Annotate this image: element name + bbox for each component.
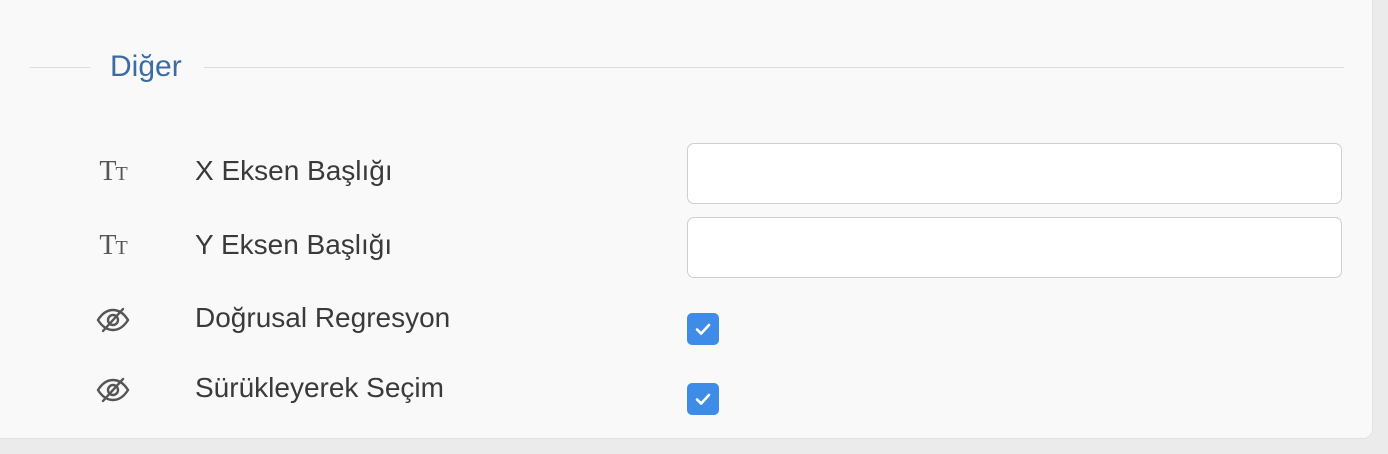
drag-selection-checkbox[interactable] bbox=[687, 383, 719, 415]
row-y-axis-title: TT Y Eksen Başlığı bbox=[0, 216, 1372, 280]
linear-regression-label: Doğrusal Regresyon bbox=[195, 302, 451, 333]
drag-selection-label: Sürükleyerek Seçim bbox=[195, 372, 444, 403]
checkmark-icon bbox=[695, 393, 711, 405]
divider-left bbox=[30, 67, 90, 68]
section-title: Diğer bbox=[110, 50, 182, 83]
divider-right bbox=[204, 67, 1344, 68]
checkmark-icon bbox=[695, 323, 711, 335]
x-axis-title-label: X Eksen Başlığı bbox=[195, 155, 393, 186]
y-axis-title-input[interactable] bbox=[687, 217, 1342, 278]
text-size-icon: TT bbox=[99, 230, 127, 261]
row-linear-regression: Doğrusal Regresyon bbox=[0, 300, 1372, 350]
eye-slash-icon bbox=[95, 305, 131, 335]
text-size-icon: TT bbox=[99, 156, 127, 187]
row-x-axis-title: TT X Eksen Başlığı bbox=[0, 142, 1372, 206]
section-header: Diğer bbox=[30, 45, 1344, 89]
row-drag-selection: Sürükleyerek Seçim bbox=[0, 370, 1372, 420]
y-axis-title-label: Y Eksen Başlığı bbox=[195, 229, 393, 260]
eye-slash-icon bbox=[95, 375, 131, 405]
x-axis-title-input[interactable] bbox=[687, 143, 1342, 204]
settings-panel: Diğer TT X Eksen Başlığı TT Y Eksen Başl… bbox=[0, 0, 1373, 439]
linear-regression-checkbox[interactable] bbox=[687, 313, 719, 345]
